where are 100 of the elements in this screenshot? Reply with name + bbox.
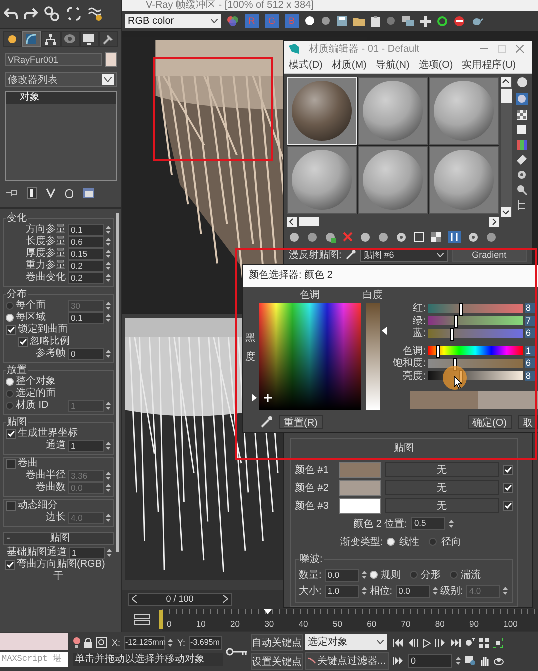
next-frame-icon[interactable] (435, 639, 446, 647)
pin-icon[interactable] (6, 189, 18, 197)
eyedropper-icon[interactable] (261, 416, 273, 428)
radio-button[interactable] (370, 571, 378, 579)
radio-label[interactable]: 整个对象 (16, 376, 56, 388)
magnifier-icon[interactable] (517, 184, 527, 195)
command-panel-tab[interactable] (41, 31, 61, 47)
spinner-icon[interactable] (106, 249, 111, 259)
radio-button[interactable] (429, 538, 438, 546)
menu-item[interactable]: 选项(O) (418, 58, 454, 72)
backlight-icon[interactable] (516, 92, 528, 105)
undo-icon[interactable] (4, 8, 18, 20)
checkbox[interactable] (5, 560, 15, 570)
color-swatch[interactable] (339, 462, 381, 478)
radio-button[interactable] (450, 571, 458, 579)
spinner-icon[interactable] (106, 513, 111, 523)
radio-label[interactable]: 线性 (399, 534, 420, 548)
redo-icon[interactable] (24, 8, 38, 20)
current-frame-marker[interactable] (159, 610, 163, 629)
menu-item[interactable]: 实用程序(U) (462, 58, 516, 72)
crosshair-icon[interactable] (96, 637, 107, 648)
spinner-icon[interactable] (106, 225, 111, 235)
radio-button[interactable] (387, 538, 396, 546)
previous-frame-icon[interactable] (408, 639, 419, 647)
checkbox[interactable] (6, 501, 16, 511)
auto-key-button[interactable]: 自动关键点 (251, 634, 303, 651)
key-filters-button[interactable]: 关键点过滤器... (305, 652, 389, 670)
spinner-icon[interactable] (362, 570, 367, 580)
value-field[interactable]: 7 (525, 316, 536, 326)
folder-icon[interactable] (353, 16, 365, 26)
checkbox[interactable] (18, 337, 28, 347)
key-icon[interactable] (226, 648, 248, 656)
sphere-icon[interactable] (325, 232, 336, 243)
checkbox-label[interactable]: 锁定到曲面 (18, 324, 68, 336)
channel-dropdown[interactable]: RGB color (125, 14, 221, 28)
spinner-icon[interactable] (106, 237, 111, 247)
gear-icon[interactable] (517, 170, 527, 180)
link-icon[interactable] (44, 6, 60, 22)
slider-thumb[interactable] (436, 345, 440, 358)
color-swatch[interactable] (339, 480, 381, 496)
modifier-list-dropdown[interactable]: 修改器列表 (5, 72, 117, 87)
value-field[interactable]: 0 (68, 348, 104, 360)
color-chart-icon[interactable] (517, 140, 527, 150)
noise-parameter-field[interactable]: 1.0 (324, 584, 359, 598)
go-to-end-icon[interactable] (450, 639, 461, 647)
spinner-icon[interactable] (106, 261, 111, 271)
checkbox-label[interactable]: 弯曲方向贴图(RGB) (17, 559, 106, 571)
slider-thumb[interactable] (450, 328, 454, 341)
spinner-icon[interactable] (168, 638, 173, 648)
zoom-all-icon[interactable] (479, 638, 489, 648)
value-field[interactable]: 0.2 (68, 260, 104, 272)
spinner-icon[interactable] (503, 586, 508, 596)
object-color-swatch[interactable] (105, 52, 117, 67)
selection-set-dropdown[interactable]: 选定对象 (305, 634, 387, 650)
value-field[interactable]: 6 (525, 328, 536, 338)
menu-item[interactable]: 导航(N) (376, 58, 410, 72)
checkbox[interactable] (503, 464, 513, 474)
gear-icon[interactable] (396, 232, 407, 243)
scroll-thumb[interactable] (501, 88, 512, 103)
color-slider[interactable] (428, 304, 523, 313)
map-slot-button[interactable]: 无 (385, 462, 499, 477)
color-slider[interactable] (428, 358, 523, 368)
checkbox-label[interactable]: 卷曲 (18, 458, 38, 470)
checkbox-label[interactable]: 动态细分 (18, 500, 58, 512)
command-panel-tab[interactable] (98, 31, 118, 47)
sphere-icon[interactable] (486, 232, 497, 243)
color-position-field[interactable]: 0.5 (411, 517, 446, 530)
wave-icon[interactable] (88, 6, 104, 22)
circle-icon[interactable] (305, 16, 315, 26)
eyedropper-icon[interactable] (346, 250, 356, 260)
checker-icon[interactable] (517, 110, 527, 120)
command-panel-tab[interactable] (22, 31, 42, 47)
value-field[interactable]: 1 (68, 440, 104, 452)
timeline-ruler[interactable]: 0 10 20 30 40 50 60 70 80 90 100 (162, 609, 538, 631)
stop-icon[interactable] (454, 16, 465, 26)
refresh-icon[interactable] (437, 16, 448, 26)
value-field[interactable]: 1 (69, 547, 105, 559)
spinner-icon[interactable] (106, 273, 111, 283)
radio-button[interactable] (410, 571, 418, 579)
spinner-icon[interactable] (107, 548, 112, 558)
spinner-icon[interactable] (106, 483, 111, 493)
spinner-icon[interactable] (362, 586, 367, 596)
object-name-field[interactable]: VRayFur001 (5, 53, 102, 66)
set-key-button[interactable]: 设置关键点 (251, 653, 303, 670)
checkbox[interactable] (503, 482, 513, 492)
listener-field[interactable] (0, 633, 68, 650)
sphere-icon[interactable] (289, 232, 300, 243)
color-swatch[interactable] (339, 498, 381, 514)
slider-thumb[interactable] (459, 302, 464, 316)
value-field[interactable]: 0.1 (68, 224, 104, 236)
noise-parameter-field[interactable]: 0.0 (396, 584, 430, 598)
gear-icon[interactable] (468, 232, 479, 243)
bulb-icon[interactable] (73, 636, 81, 648)
ok-button[interactable]: 确定(O) (468, 415, 512, 429)
show-end-result-icon[interactable] (27, 187, 37, 199)
track-bar-icon[interactable] (134, 614, 150, 626)
command-panel-tab[interactable] (3, 31, 22, 47)
value-field[interactable]: 6 (525, 358, 536, 368)
collapse-toggle[interactable]: - (7, 533, 10, 544)
value-field[interactable]: 8 (525, 303, 536, 314)
